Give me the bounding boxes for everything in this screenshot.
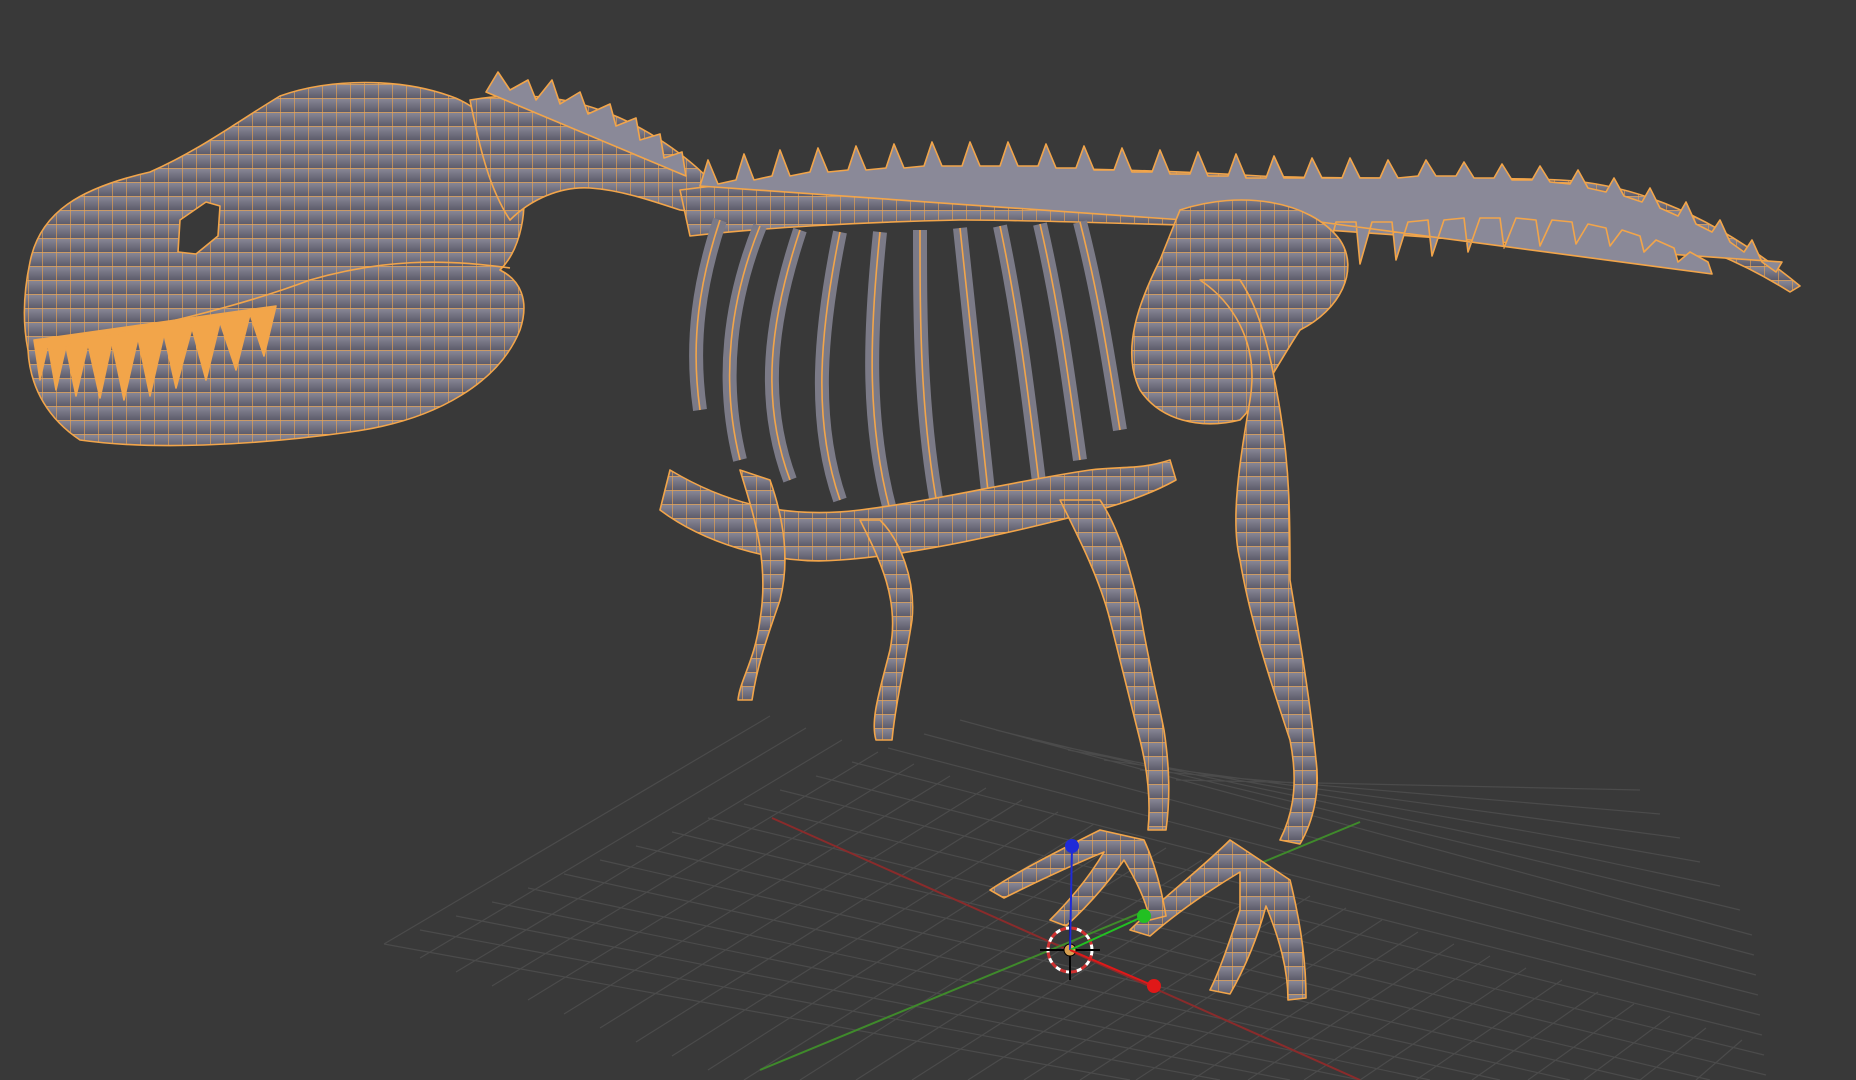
right-leg [1059,499,1170,831]
x-axis-handle[interactable] [1147,979,1161,993]
viewport-canvas[interactable] [0,0,1856,1080]
z-axis-handle[interactable] [1065,839,1079,853]
y-axis-handle[interactable] [1137,909,1151,923]
3d-viewport[interactable] [0,0,1856,1080]
dinosaur-skeleton-mesh[interactable] [23,71,1801,1001]
